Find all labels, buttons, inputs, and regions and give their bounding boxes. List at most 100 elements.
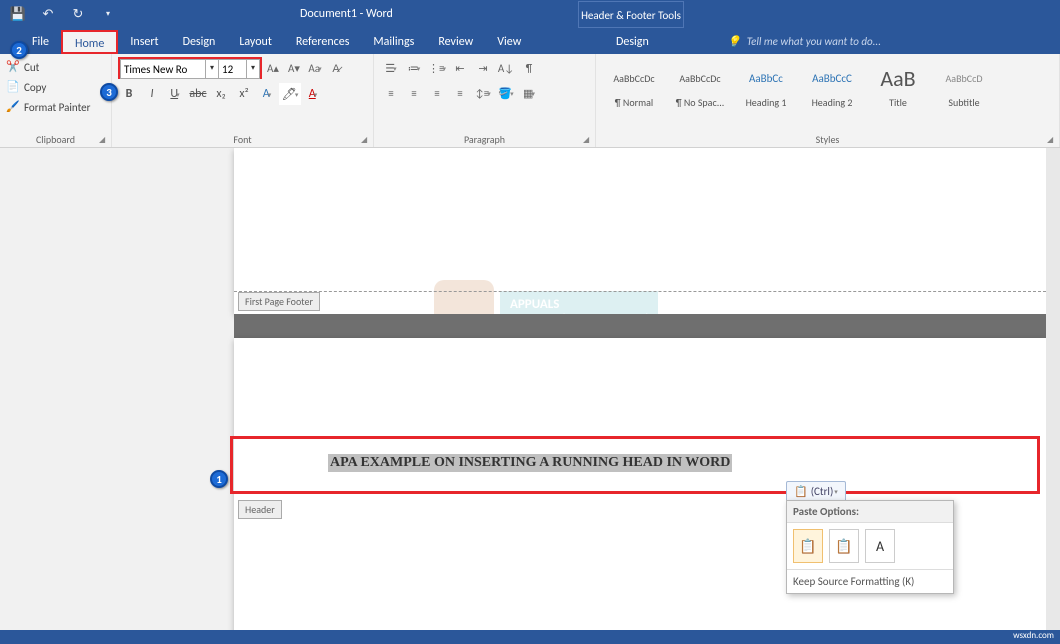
change-case-button[interactable]: Aa▾ (305, 58, 325, 78)
tab-header-footer-design[interactable]: Design (604, 30, 661, 54)
align-center-button[interactable]: ≡ (403, 82, 425, 104)
style-normal[interactable]: AaBbCcDc¶ Normal (602, 59, 666, 117)
bullets-button[interactable]: ☰▾ (380, 57, 402, 79)
style-heading-1[interactable]: AaBbCcHeading 1 (734, 59, 798, 117)
align-left-button[interactable]: ≡ (380, 82, 402, 104)
paragraph-dialog-launcher[interactable]: ◢ (583, 135, 593, 145)
group-paragraph: ☰▾ ≔▾ ⋮≡▾ ⇤ ⇥ A↓ ¶ ≡ ≡ ≡ ≡ ↕≡▾ 🪣▾ ▦▾ Par… (374, 54, 596, 147)
copy-label: Copy (24, 81, 46, 94)
paragraph-group-label: Paragraph (374, 133, 595, 146)
running-head-text[interactable]: APA EXAMPLE ON INSERTING A RUNNING HEAD … (328, 454, 732, 472)
group-clipboard: ✂️ Cut 📄Copy 🖌️ Format Painter Clipboard ◢ (0, 54, 112, 147)
font-color-button[interactable]: A▾ (302, 83, 324, 105)
footer-divider (234, 291, 1046, 292)
multilevel-button[interactable]: ⋮≡▾ (426, 57, 448, 79)
align-right-button[interactable]: ≡ (426, 82, 448, 104)
save-icon[interactable]: 💾 (8, 4, 28, 24)
tab-design[interactable]: Design (171, 30, 228, 54)
font-size-dropdown[interactable]: ▾ (247, 59, 260, 79)
tell-me-search[interactable]: 💡 Tell me what you want to do... (715, 30, 893, 54)
paste-ctrl-button[interactable]: 📋 (Ctrl) ▾ (786, 481, 846, 502)
cut-icon: ✂️ (6, 60, 20, 74)
italic-button[interactable]: I (141, 83, 163, 105)
format-painter-label: Format Painter (24, 101, 90, 114)
shrink-font-button[interactable]: A▾ (284, 58, 304, 78)
tell-me-label: Tell me what you want to do... (747, 30, 881, 54)
quick-access-toolbar: 💾 ↶ ↻ ▾ (0, 4, 126, 24)
cut-button[interactable]: ✂️ Cut (6, 57, 105, 77)
clipboard-group-label: Clipboard (0, 133, 111, 146)
vertical-scrollbar[interactable] (1046, 148, 1060, 630)
chevron-down-icon: ▾ (834, 487, 838, 496)
cut-label: Cut (24, 61, 39, 74)
title-bar: 💾 ↶ ↻ ▾ Document1 - Word Header & Footer… (0, 0, 1060, 28)
step-badge-3: 3 (100, 83, 118, 101)
sort-button[interactable]: A↓ (495, 57, 517, 79)
borders-button[interactable]: ▦▾ (518, 82, 540, 104)
strikethrough-button[interactable]: abc (187, 83, 209, 105)
bold-button[interactable]: B (118, 83, 140, 105)
tab-references[interactable]: References (284, 30, 362, 54)
highlight-button[interactable]: 🖊▾ (279, 83, 301, 105)
paste-icon: 📋 (794, 485, 808, 498)
subscript-button[interactable]: x₂ (210, 83, 232, 105)
redo-icon[interactable]: ↻ (68, 4, 88, 24)
style-no-spacing[interactable]: AaBbCcDc¶ No Spac... (668, 59, 732, 117)
font-name-input[interactable] (120, 59, 206, 79)
underline-button[interactable]: U▾ (164, 83, 186, 105)
tab-insert[interactable]: Insert (118, 30, 170, 54)
justify-button[interactable]: ≡ (449, 82, 471, 104)
tab-review[interactable]: Review (426, 30, 485, 54)
decrease-indent-button[interactable]: ⇤ (449, 57, 471, 79)
increase-indent-button[interactable]: ⇥ (472, 57, 494, 79)
contextual-tool-tab: Header & Footer Tools (578, 1, 684, 28)
document-area: APPUALS TECH HOW-TO'S FROM THE EXPERTS! … (0, 148, 1060, 630)
first-page-footer-label: First Page Footer (238, 292, 320, 311)
superscript-button[interactable]: x² (233, 83, 255, 105)
style-subtitle[interactable]: AaBbCcDSubtitle (932, 59, 996, 117)
line-spacing-button[interactable]: ↕≡▾ (472, 82, 494, 104)
undo-icon[interactable]: ↶ (38, 4, 58, 24)
clear-formatting-button[interactable]: A̷ (326, 58, 346, 78)
watermark-brand: APPUALS (510, 297, 648, 312)
ribbon-tabs: File Home Insert Design Layout Reference… (0, 28, 1060, 54)
style-heading-2[interactable]: AaBbCcCHeading 2 (800, 59, 864, 117)
shading-button[interactable]: 🪣▾ (495, 82, 517, 104)
tab-home[interactable]: Home (61, 30, 118, 54)
style-gallery: AaBbCcDc¶ Normal AaBbCcDc¶ No Spac... Aa… (602, 57, 1053, 119)
font-combo-highlight: ▾ ▾ (118, 57, 262, 79)
group-styles: AaBbCcDc¶ Normal AaBbCcDc¶ No Spac... Aa… (596, 54, 1060, 147)
paste-options-popup: Paste Options: 📋 📋 A Keep Source Formatt… (786, 500, 954, 594)
show-marks-button[interactable]: ¶ (518, 57, 540, 79)
tab-view[interactable]: View (485, 30, 533, 54)
document-title: Document1 - Word (300, 7, 393, 21)
clipboard-dialog-launcher[interactable]: ◢ (99, 135, 109, 145)
tab-mailings[interactable]: Mailings (361, 30, 426, 54)
styles-dialog-launcher[interactable]: ◢ (1047, 135, 1057, 145)
paste-keep-source-icon[interactable]: 📋 (793, 529, 823, 563)
font-dialog-launcher[interactable]: ◢ (361, 135, 371, 145)
font-group-label: Font (112, 133, 373, 146)
font-name-dropdown[interactable]: ▾ (206, 59, 219, 79)
tab-layout[interactable]: Layout (227, 30, 284, 54)
paste-options-header: Paste Options: (787, 501, 953, 523)
font-size-input[interactable] (219, 59, 247, 79)
numbering-button[interactable]: ≔▾ (403, 57, 425, 79)
page-1: APPUALS TECH HOW-TO'S FROM THE EXPERTS! … (234, 148, 1046, 314)
copy-button[interactable]: 📄Copy (6, 77, 105, 97)
bulb-icon: 💡 (727, 30, 741, 54)
paste-options-tooltip: Keep Source Formatting (K) (787, 569, 953, 593)
header-label: Header (238, 500, 282, 519)
paste-options-icons: 📋 📋 A (787, 523, 953, 569)
qat-more-icon[interactable]: ▾ (98, 4, 118, 24)
paste-merge-icon[interactable]: 📋 (829, 529, 859, 563)
text-effects-button[interactable]: A▾ (256, 83, 278, 105)
format-painter-button[interactable]: 🖌️ Format Painter (6, 97, 105, 117)
style-title[interactable]: AaBTitle (866, 59, 930, 117)
grow-font-button[interactable]: A▴ (263, 58, 283, 78)
styles-group-label: Styles (596, 133, 1059, 146)
brush-icon: 🖌️ (6, 100, 20, 114)
page-gap (234, 314, 1046, 338)
paste-text-only-icon[interactable]: A (865, 529, 895, 563)
group-font: ▾ ▾ A▴ A▾ Aa▾ A̷ B I U▾ abc x₂ x² A▾ 🖊▾ … (112, 54, 374, 147)
